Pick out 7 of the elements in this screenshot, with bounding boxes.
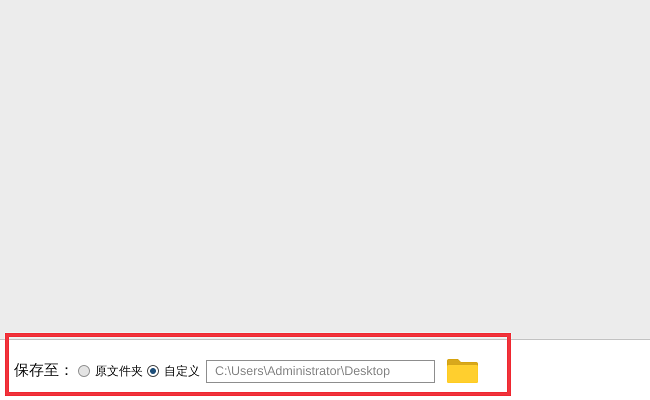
folder-icon[interactable] <box>447 359 478 383</box>
radio-label[interactable]: 自定义 <box>164 362 200 380</box>
radio-button[interactable] <box>147 365 159 377</box>
save-to-label: 保存至： <box>14 360 74 381</box>
radio-label[interactable]: 原文件夹 <box>95 362 143 380</box>
path-field[interactable]: C:\Users\Administrator\Desktop <box>206 360 435 382</box>
radio-button[interactable] <box>78 365 90 377</box>
